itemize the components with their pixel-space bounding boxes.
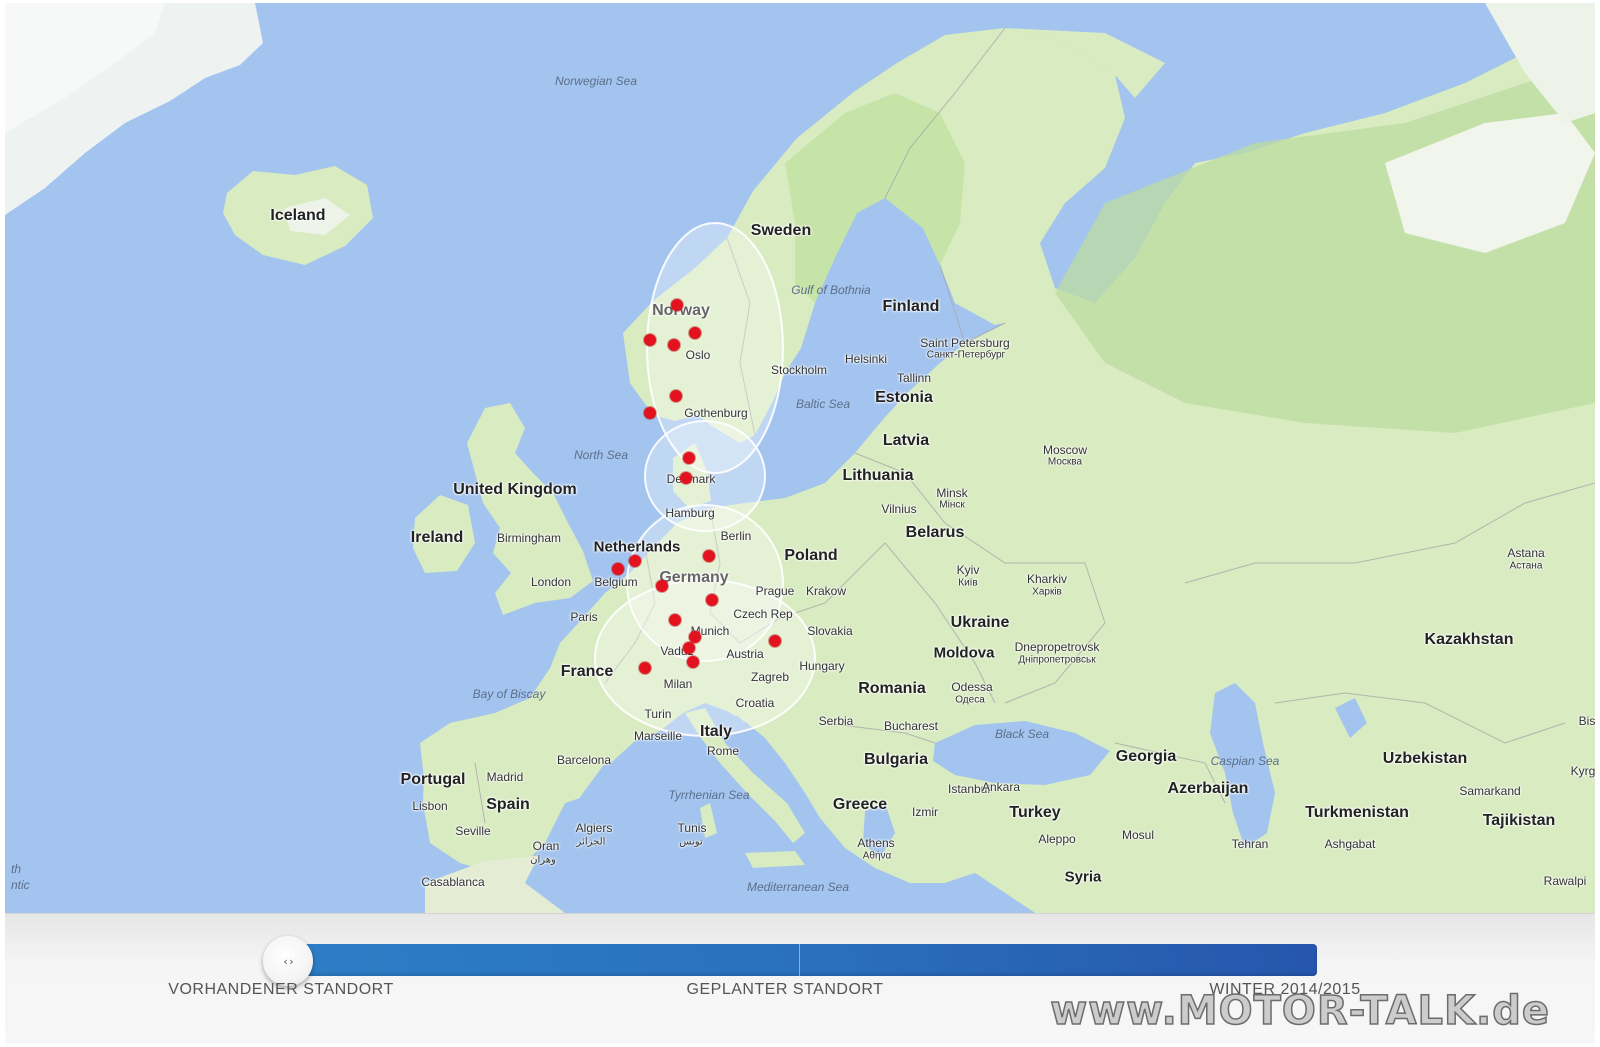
supercharger-marker[interactable] bbox=[644, 407, 656, 419]
supercharger-marker[interactable] bbox=[668, 339, 680, 351]
supercharger-marker[interactable] bbox=[629, 555, 641, 567]
drag-arrows-icon: ‹ › bbox=[283, 954, 293, 968]
map-canvas[interactable]: Iceland Norway Sweden Finland Estonia Latvia L… bbox=[5, 3, 1595, 913]
supercharger-marker[interactable] bbox=[656, 580, 668, 592]
supercharger-marker[interactable] bbox=[680, 472, 692, 484]
timeline-divider bbox=[799, 944, 800, 976]
timeline-slider-handle[interactable]: ‹ › bbox=[263, 936, 313, 986]
label-existing-location[interactable]: VORHANDENER STANDORT bbox=[168, 981, 393, 999]
supercharger-marker[interactable] bbox=[683, 642, 695, 654]
label-planned-location[interactable]: GEPLANTER STANDORT bbox=[687, 981, 884, 999]
supercharger-marker[interactable] bbox=[683, 452, 695, 464]
timeline-panel: ‹ › VORHANDENER STANDORT GEPLANTER STAND… bbox=[5, 913, 1595, 1044]
supercharger-marker[interactable] bbox=[689, 631, 701, 643]
supercharger-marker[interactable] bbox=[671, 299, 683, 311]
supercharger-marker[interactable] bbox=[703, 550, 715, 562]
supercharger-marker[interactable] bbox=[706, 594, 718, 606]
supercharger-marker[interactable] bbox=[670, 390, 682, 402]
supercharger-marker[interactable] bbox=[769, 635, 781, 647]
motor-talk-watermark: www.MOTOR-TALK.de bbox=[1050, 987, 1550, 1035]
supercharger-marker[interactable] bbox=[669, 614, 681, 626]
supercharger-marker[interactable] bbox=[644, 334, 656, 346]
map-basemap bbox=[5, 3, 1595, 913]
supercharger-marker[interactable] bbox=[687, 656, 699, 668]
supercharger-marker[interactable] bbox=[689, 327, 701, 339]
timeline-track[interactable] bbox=[287, 944, 1317, 976]
supercharger-marker[interactable] bbox=[612, 563, 624, 575]
supercharger-marker[interactable] bbox=[639, 662, 651, 674]
